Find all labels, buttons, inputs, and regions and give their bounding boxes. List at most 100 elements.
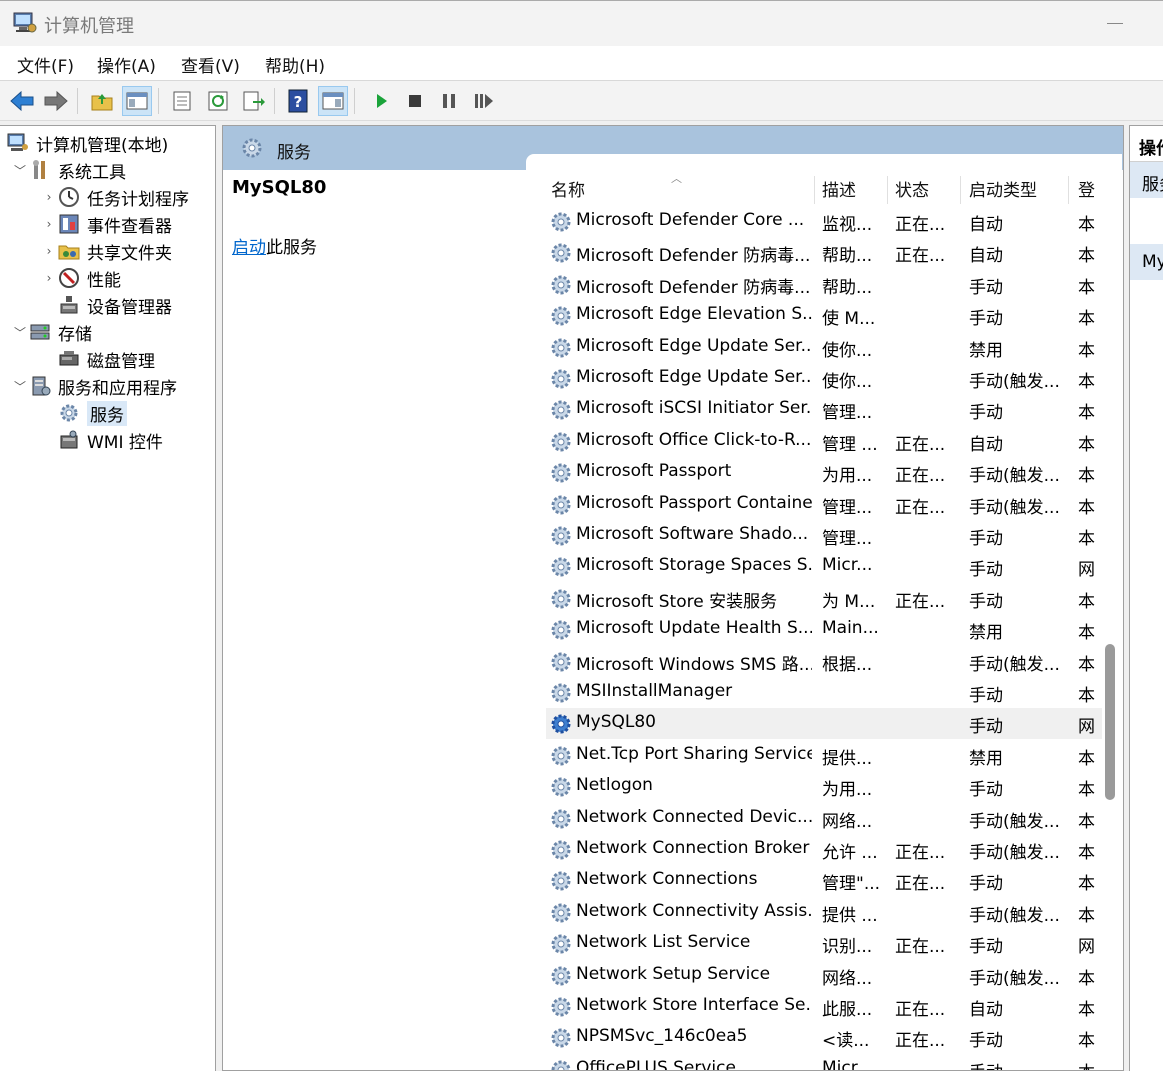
service-row[interactable]: Network Connections 管理"... 正在... 手动 本 — [546, 865, 1102, 896]
chevron-right-icon[interactable]: › — [41, 271, 57, 285]
service-description: 管理... — [822, 403, 873, 424]
service-row[interactable]: Network Connectivity Assis... 提供 ... 手动(触发… — [546, 897, 1102, 928]
service-row[interactable]: NPSMSvc_146c0ea5 <读... 正在... 手动 本 — [546, 1022, 1102, 1053]
column-header-name[interactable]: 名称 — [551, 176, 585, 201]
service-row[interactable]: Microsoft iSCSI Initiator Ser... 管理... 手动 本 — [546, 394, 1102, 425]
tree-item-services-apps[interactable]: ﹀ 服务和应用程序 — [12, 373, 177, 399]
service-gear-icon — [549, 964, 573, 988]
menu-action[interactable]: 操作(A) — [97, 52, 156, 77]
actions-services-section[interactable]: 服务 — [1130, 162, 1163, 198]
column-header-status[interactable]: 状态 — [895, 176, 929, 201]
service-gear-icon — [549, 273, 573, 297]
column-header-login[interactable]: 登 — [1078, 176, 1095, 201]
service-row[interactable]: Microsoft Update Health S... Main... 禁用 本 — [546, 614, 1102, 645]
column-header-desc[interactable]: 描述 — [822, 176, 856, 201]
tree-item-performance[interactable]: › 性能 — [41, 265, 121, 291]
service-gear-icon — [549, 681, 573, 705]
service-logon: 本 — [1078, 215, 1095, 235]
column-header-startup[interactable]: 启动类型 — [969, 176, 1037, 201]
chevron-right-icon[interactable]: › — [41, 217, 57, 231]
service-row[interactable]: Microsoft Store 安装服务 为 M... 正在... 手动 本 — [546, 583, 1102, 614]
show-hide-tree-icon[interactable] — [122, 86, 152, 116]
forward-icon[interactable] — [41, 86, 71, 116]
service-row[interactable]: Network Store Interface Se... 此服... 正在... 自… — [546, 991, 1102, 1022]
tree-item-task-scheduler[interactable]: › 任务计划程序 — [41, 184, 189, 210]
chevron-down-icon[interactable]: ﹀ — [12, 378, 28, 395]
service-row[interactable]: Microsoft Storage Spaces S... Micr... 手动 网 — [546, 551, 1102, 582]
help-icon[interactable]: ? — [283, 86, 313, 116]
service-row[interactable]: Microsoft Defender Core ... 监视... 正在... 自动 本 — [546, 206, 1102, 237]
service-description: 为用... — [822, 466, 873, 487]
minimize-button[interactable] — [1107, 23, 1123, 24]
chevron-right-icon[interactable]: › — [41, 244, 57, 258]
tree-item-shared-folders[interactable]: › 共享文件夹 — [41, 238, 172, 264]
export-list-icon[interactable] — [238, 86, 268, 116]
service-row[interactable]: Microsoft Edge Elevation S... 使 M... 手动 本 — [546, 300, 1102, 331]
service-description: 监视... — [822, 215, 873, 235]
service-row[interactable]: Microsoft Passport 为用... 正在... 手动(触发... 本 — [546, 457, 1102, 488]
tree-item-device-manager[interactable]: 设备管理器 — [41, 292, 172, 318]
start-service-link[interactable]: 启动 — [232, 238, 266, 258]
gear-icon — [57, 402, 81, 424]
menu-bar: 文件(F) 操作(A) 查看(V) 帮助(H) — [0, 46, 1163, 81]
service-row[interactable]: Microsoft Office Click-to-R... 管理 ... 正在..… — [546, 426, 1102, 457]
tree-item-system-tools[interactable]: ﹀ 系统工具 — [12, 157, 126, 183]
show-action-pane-icon[interactable] — [318, 86, 348, 116]
service-gear-icon — [549, 241, 573, 265]
service-row[interactable]: Microsoft Defender 防病毒... 帮助... 正在... 自动 本 — [546, 237, 1102, 268]
actions-header: 操作 — [1130, 126, 1163, 162]
service-logon: 本 — [1078, 340, 1095, 361]
service-row[interactable]: Microsoft Edge Update Ser... 使你... 手动(触发..… — [546, 363, 1102, 394]
service-name: MSIInstallManager — [576, 681, 733, 701]
service-row[interactable]: Network Connection Broker 允许 ... 正在... 手动(触… — [546, 834, 1102, 865]
tree-item-services[interactable]: 服务 — [41, 400, 127, 426]
service-row[interactable]: Net.Tcp Port Sharing Service 提供... 禁用 本 — [546, 740, 1102, 771]
console-tree: 计算机管理(本地) ﹀ 系统工具 › 任务计划程序 › 事件查看器 › 共享文件… — [0, 125, 216, 1071]
service-row[interactable]: OfficePLUS Service Micr... 手动本 — [546, 1054, 1102, 1070]
service-gear-icon — [549, 744, 573, 768]
service-row[interactable]: Microsoft Software Shado... 管理... 手动 本 — [546, 520, 1102, 551]
service-row[interactable]: Network Setup Service 网络... 手动(触发... 本 — [546, 960, 1102, 991]
tree-item-wmi[interactable]: WMI 控件 — [41, 427, 163, 453]
tree-item-root[interactable]: 计算机管理(本地) — [6, 130, 168, 156]
service-description: 此服... — [822, 1000, 873, 1020]
service-name: Microsoft Edge Update Ser... — [576, 335, 812, 356]
service-name: Microsoft Software Shado... — [576, 524, 809, 544]
restart-service-icon[interactable] — [469, 86, 499, 116]
menu-file[interactable]: 文件(F) — [17, 52, 74, 77]
actions-mysql-section[interactable]: MySQL80 — [1130, 244, 1163, 280]
service-row[interactable]: MySQL80 手动 网 — [546, 708, 1102, 740]
service-status: 正在... — [895, 434, 946, 455]
service-row[interactable]: Netlogon 为用... 手动 本 — [546, 771, 1102, 802]
service-row[interactable]: Network Connected Devic... 网络... 手动(触发... 本 — [546, 803, 1102, 834]
tree-item-disk-management[interactable]: 磁盘管理 — [41, 346, 155, 372]
tree-item-event-viewer[interactable]: › 事件查看器 — [41, 211, 172, 237]
service-gear-icon — [549, 995, 573, 1019]
service-logon: 本 — [1078, 372, 1095, 392]
scroll-thumb[interactable] — [1105, 644, 1115, 800]
menu-view[interactable]: 查看(V) — [181, 52, 240, 77]
service-row[interactable]: Network List Service 识别... 正在... 手动 网 — [546, 928, 1102, 959]
chevron-right-icon[interactable]: › — [41, 190, 57, 204]
service-logon: 本 — [1078, 529, 1095, 549]
menu-help[interactable]: 帮助(H) — [265, 52, 325, 77]
back-icon[interactable] — [7, 86, 37, 116]
properties-icon[interactable] — [167, 86, 197, 116]
tree-item-storage[interactable]: ﹀ 存储 — [12, 319, 92, 345]
service-row[interactable]: Microsoft Passport Container 管理... 正在... 手动… — [546, 489, 1102, 520]
up-folder-icon[interactable] — [87, 86, 117, 116]
stop-service-icon[interactable] — [400, 86, 430, 116]
chevron-down-icon[interactable]: ﹀ — [12, 162, 28, 179]
service-row[interactable]: Microsoft Windows SMS 路... 根据... 手动(触发... 本 — [546, 646, 1102, 677]
start-service-icon[interactable] — [366, 86, 396, 116]
service-description: Main... — [822, 618, 879, 639]
service-row[interactable]: Microsoft Edge Update Ser... 使你... 禁用 本 — [546, 332, 1102, 363]
vertical-scrollbar[interactable] — [1102, 170, 1122, 1070]
service-startup-type: 手动 — [969, 780, 1003, 801]
refresh-icon[interactable] — [203, 86, 233, 116]
chevron-down-icon[interactable]: ﹀ — [12, 324, 28, 341]
toolbar: ? — [0, 81, 1163, 121]
service-row[interactable]: Microsoft Defender 防病毒... 帮助... 手动 本 — [546, 269, 1102, 300]
service-row[interactable]: MSIInstallManager 手动 本 — [546, 677, 1102, 708]
pause-service-icon[interactable] — [434, 86, 464, 116]
